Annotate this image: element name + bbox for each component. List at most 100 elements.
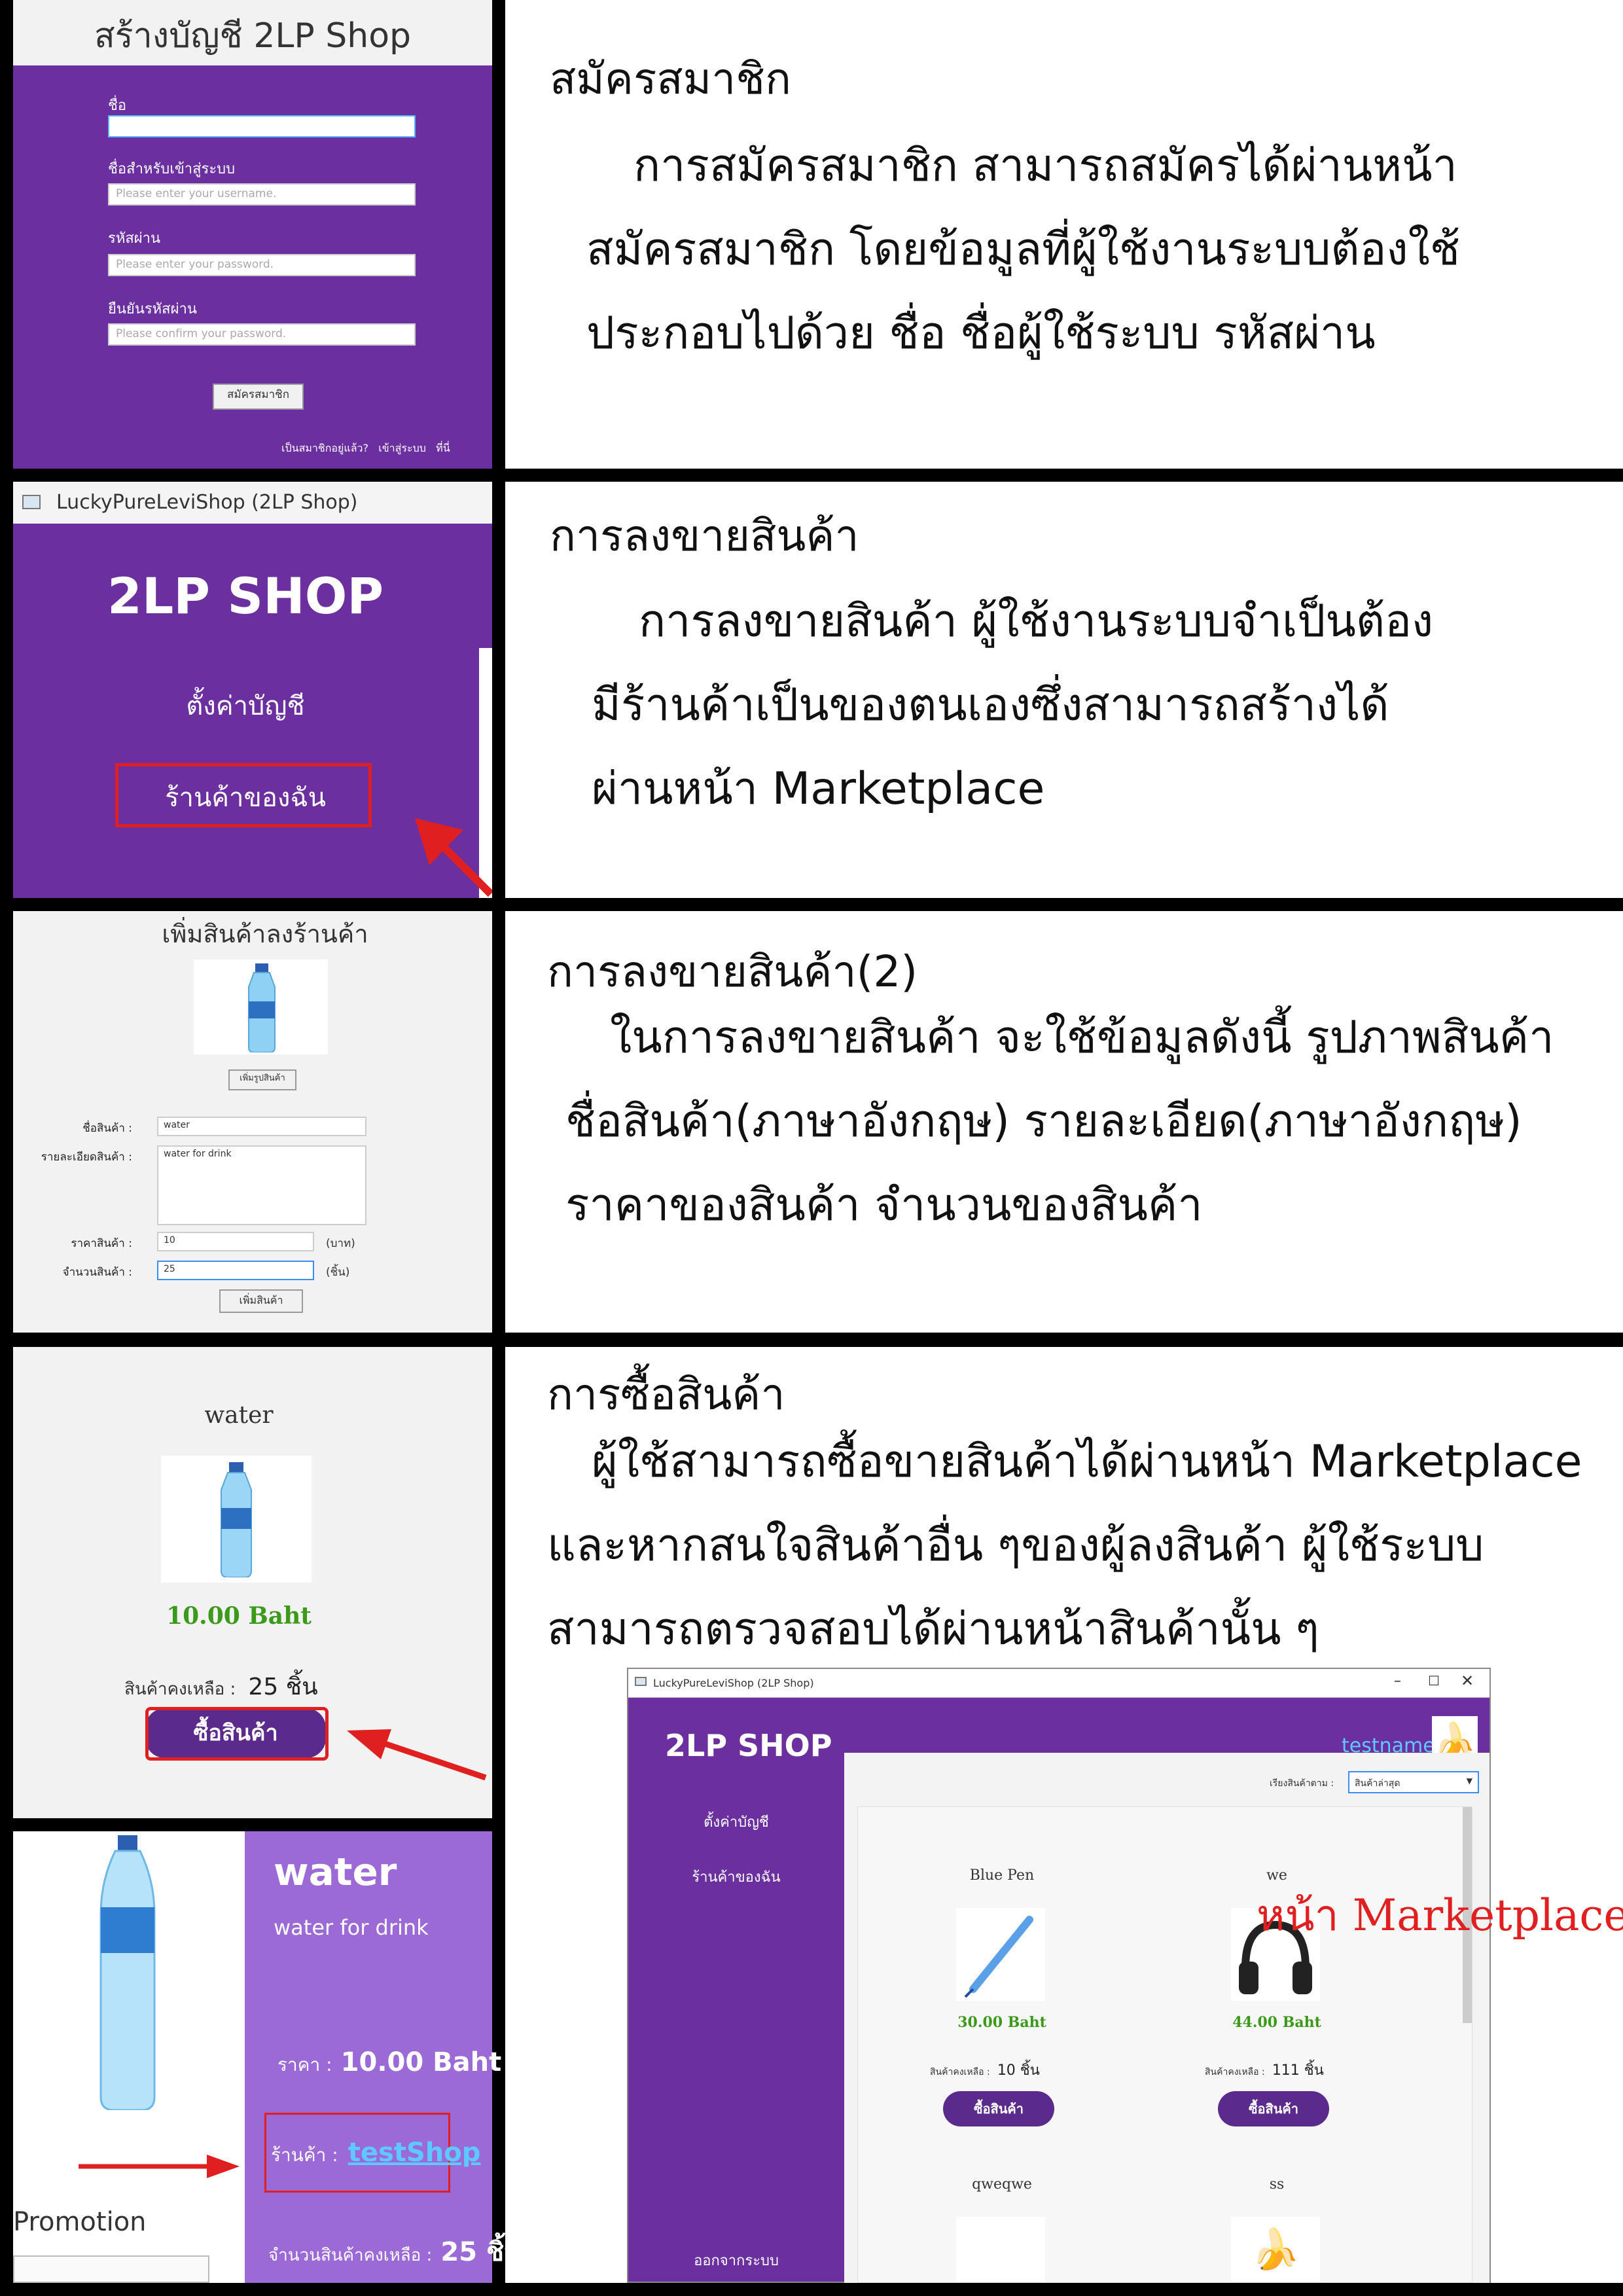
app-icon bbox=[635, 1677, 647, 1686]
sort-label: เรียงสินค้าตาม : bbox=[1270, 1778, 1334, 1789]
add-product-button[interactable]: เพิ่มสินค้า bbox=[219, 1289, 303, 1313]
product-name: ss bbox=[1269, 2176, 1285, 2193]
product-image-banana[interactable]: 🍌 bbox=[1231, 2217, 1320, 2282]
name-field[interactable] bbox=[108, 115, 416, 137]
add-product-screenshot: เพิ่มสินค้าลงร้านค้า เพิ่มรูปสินค้า ชื่อ… bbox=[13, 911, 492, 1333]
signup-screenshot: สร้างบัญชี 2LP Shop ชื่อ ชื่อสำหรับเข้าส… bbox=[13, 0, 492, 469]
selling-text-2: มีร้านค้าเป็นของตนเองซึ่งสามารถสร้างได้ bbox=[592, 679, 1389, 731]
product-card-stock: สินค้าคงเหลือ : 25 ชิ้น bbox=[124, 1668, 318, 1705]
promotion-field[interactable] bbox=[13, 2255, 209, 2283]
detail-product-desc: water for drink bbox=[274, 1915, 429, 1940]
buy-button[interactable]: ซื้อสินค้า bbox=[1218, 2091, 1329, 2126]
marketplace-titlebar: LuckyPureLeviShop (2LP Shop) – ☐ ✕ bbox=[628, 1669, 1489, 1698]
product-desc-field[interactable]: water for drink bbox=[157, 1145, 366, 1225]
product-image-partial[interactable] bbox=[956, 2217, 1045, 2282]
myshop-screenshot: LuckyPureLeviShop (2LP Shop) 2LP SHOP ตั… bbox=[13, 482, 492, 898]
price-label: ราคาสินค้า : bbox=[71, 1237, 132, 1250]
account-settings-item[interactable]: ตั้งค่าบัญชี bbox=[13, 685, 478, 726]
detail-price: ราคา : 10.00 Baht bbox=[277, 2047, 501, 2079]
promotion-label: Promotion bbox=[13, 2207, 147, 2237]
password-field[interactable]: Please enter your password. bbox=[108, 254, 416, 276]
water-bottle-image bbox=[248, 963, 276, 1052]
selling-text-1: การลงขายสินค้า ผู้ใช้งานระบบจำเป็นต้อง bbox=[639, 596, 1434, 647]
arrow-icon bbox=[79, 2155, 240, 2178]
buy-button-highlight bbox=[145, 1707, 329, 1761]
chevron-down-icon: ▼ bbox=[1466, 1776, 1472, 1785]
selling-heading: การลงขายสินค้า bbox=[550, 511, 859, 561]
marketplace-window-title: LuckyPureLeviShop (2LP Shop) bbox=[653, 1677, 814, 1689]
water-bottle-image bbox=[221, 1462, 252, 1577]
nav-my-shop[interactable]: ร้านค้าของฉัน bbox=[628, 1865, 844, 1888]
product-desc-label: รายละเอียดสินค้า : bbox=[41, 1151, 132, 1164]
quantity-label: จำนวนสินค้า : bbox=[62, 1266, 132, 1279]
water-bottle-image bbox=[99, 1835, 156, 2110]
login-prompt: เป็นสมาชิกอยู่แล้ว? เข้าสู่ระบบ ที่นี่ bbox=[281, 440, 450, 457]
quantity-unit: (ชิ้น) bbox=[326, 1266, 350, 1279]
stock-label: สินค้าคงเหลือ : bbox=[124, 1679, 236, 1699]
detail-stock-label: จำนวนสินค้าคงเหลือ : bbox=[268, 2246, 433, 2265]
arrow-icon bbox=[347, 1729, 487, 1781]
product-name-field[interactable]: water bbox=[157, 1117, 366, 1136]
sort-select[interactable]: สินค้าล่าสุด ▼ bbox=[1348, 1771, 1479, 1793]
product-info-description-panel: การลงขายสินค้า(2) ในการลงขายสินค้า จะใช้… bbox=[505, 911, 1623, 1333]
name-label: ชื่อ bbox=[108, 98, 127, 114]
add-product-title: เพิ่มสินค้าลงร้านค้า bbox=[162, 920, 368, 948]
confirm-label: ยืนยันรหัสผ่าน bbox=[108, 301, 197, 317]
marketplace-overlay-label: หน้า Marketplace bbox=[1257, 1890, 1623, 1941]
stock-label: สินค้าคงเหลือ : bbox=[930, 2067, 990, 2077]
marketplace-window: LuckyPureLeviShop (2LP Shop) – ☐ ✕ 2LP S… bbox=[627, 1668, 1491, 2283]
detail-price-label: ราคา : bbox=[277, 2054, 332, 2075]
arrow-icon bbox=[415, 818, 492, 897]
username-field[interactable]: Please enter your username. bbox=[108, 183, 416, 206]
product-card-screenshot: water 10.00 Baht สินค้าคงเหลือ : 25 ชิ้น… bbox=[13, 1347, 492, 1818]
stock-value: 111 ชิ้น bbox=[1272, 2062, 1324, 2079]
signup-heading: สมัครสมาชิก bbox=[550, 54, 791, 104]
purchase-text-1: ผู้ใช้สามารถซื้อขายสินค้าได้ผ่านหน้า Mar… bbox=[592, 1436, 1582, 1488]
signup-title: สร้างบัญชี 2LP Shop bbox=[94, 16, 412, 56]
detail-shop-label: ร้านค้า : bbox=[271, 2144, 338, 2166]
quantity-field[interactable]: 25 bbox=[157, 1261, 314, 1280]
price-unit: (บาท) bbox=[326, 1237, 355, 1250]
brand-title: 2LP SHOP bbox=[107, 567, 384, 625]
stock-label: สินค้าคงเหลือ : bbox=[1205, 2067, 1265, 2077]
detail-product-name: water bbox=[274, 1850, 397, 1894]
close-icon[interactable]: ✕ bbox=[1461, 1672, 1474, 1690]
detail-price-value: 10.00 Baht bbox=[340, 2047, 502, 2077]
marketplace-content: เรียงสินค้าตาม : สินค้าล่าสุด ▼ Blue Pen… bbox=[844, 1753, 1489, 2283]
product-info-text-2: ชื่อสินค้า(ภาษาอังกฤษ) รายละเอียด(ภาษาอั… bbox=[565, 1096, 1522, 1147]
add-image-button[interactable]: เพิ่มรูปสินค้า bbox=[228, 1069, 296, 1090]
shop-link[interactable]: testShop bbox=[348, 2138, 481, 2168]
signup-description-panel: สมัครสมาชิก การสมัครสมาชิก สามารถสมัครได… bbox=[505, 0, 1623, 469]
product-stock: สินค้าคงเหลือ : 111 ชิ้น bbox=[1205, 2058, 1324, 2081]
signup-text-2: สมัครสมาชิก โดยข้อมูลที่ผู้ใช้งานระบบต้อ… bbox=[586, 224, 1460, 276]
product-name: qweqwe bbox=[972, 2176, 1032, 2193]
nav-logout[interactable]: ออกจากระบบ bbox=[628, 2249, 844, 2272]
purchase-text-3: สามารถตรวจสอบได้ผ่านหน้าสินค้านั้น ๆ bbox=[547, 1604, 1319, 1655]
here-link[interactable]: ที่นี่ bbox=[436, 442, 450, 454]
product-info-text-3: ราคาของสินค้า จำนวนของสินค้า bbox=[565, 1179, 1203, 1231]
password-label: รหัสผ่าน bbox=[108, 230, 161, 247]
detail-shop: ร้านค้า : testShop bbox=[271, 2138, 480, 2170]
nav-account-settings[interactable]: ตั้งค่าบัญชี bbox=[628, 1810, 844, 1833]
maximize-icon[interactable]: ☐ bbox=[1428, 1673, 1440, 1689]
purchase-heading: การซื้อสินค้า bbox=[547, 1369, 785, 1420]
pen-icon bbox=[964, 1916, 1033, 1998]
confirm-field[interactable]: Please confirm your password. bbox=[108, 323, 416, 346]
selling-text-3: ผ่านหน้า Marketplace bbox=[592, 763, 1045, 815]
product-image-blue-pen[interactable] bbox=[956, 1908, 1045, 2001]
product-card-name: water bbox=[204, 1402, 274, 1429]
window-title: LuckyPureLeviShop (2LP Shop) bbox=[56, 491, 358, 514]
sort-select-value: สินค้าล่าสุด bbox=[1355, 1778, 1400, 1789]
already-member-text: เป็นสมาชิกอยู่แล้ว? bbox=[281, 442, 368, 454]
minimize-icon[interactable]: – bbox=[1394, 1673, 1401, 1689]
signup-text-3: ประกอบไปด้วย ชื่อ ชื่อผู้ใช้ระบบ รหัสผ่า… bbox=[586, 308, 1376, 359]
product-name: Blue Pen bbox=[969, 1867, 1035, 1884]
price-field[interactable]: 10 bbox=[157, 1232, 314, 1251]
username-label: ชื่อสำหรับเข้าสู่ระบบ bbox=[108, 161, 236, 177]
login-link[interactable]: เข้าสู่ระบบ bbox=[378, 442, 426, 454]
signup-button[interactable]: สมัครสมาชิก bbox=[213, 384, 304, 410]
buy-button[interactable]: ซื้อสินค้า bbox=[943, 2091, 1054, 2126]
products-grid: Blue Pen 30.00 Baht สินค้าคงเหลือ : 10 ช… bbox=[857, 1806, 1472, 2283]
stock-value: 25 ชิ้น bbox=[248, 1674, 318, 1700]
product-detail-info: water water for drink ราคา : 10.00 Baht … bbox=[245, 1831, 522, 2283]
